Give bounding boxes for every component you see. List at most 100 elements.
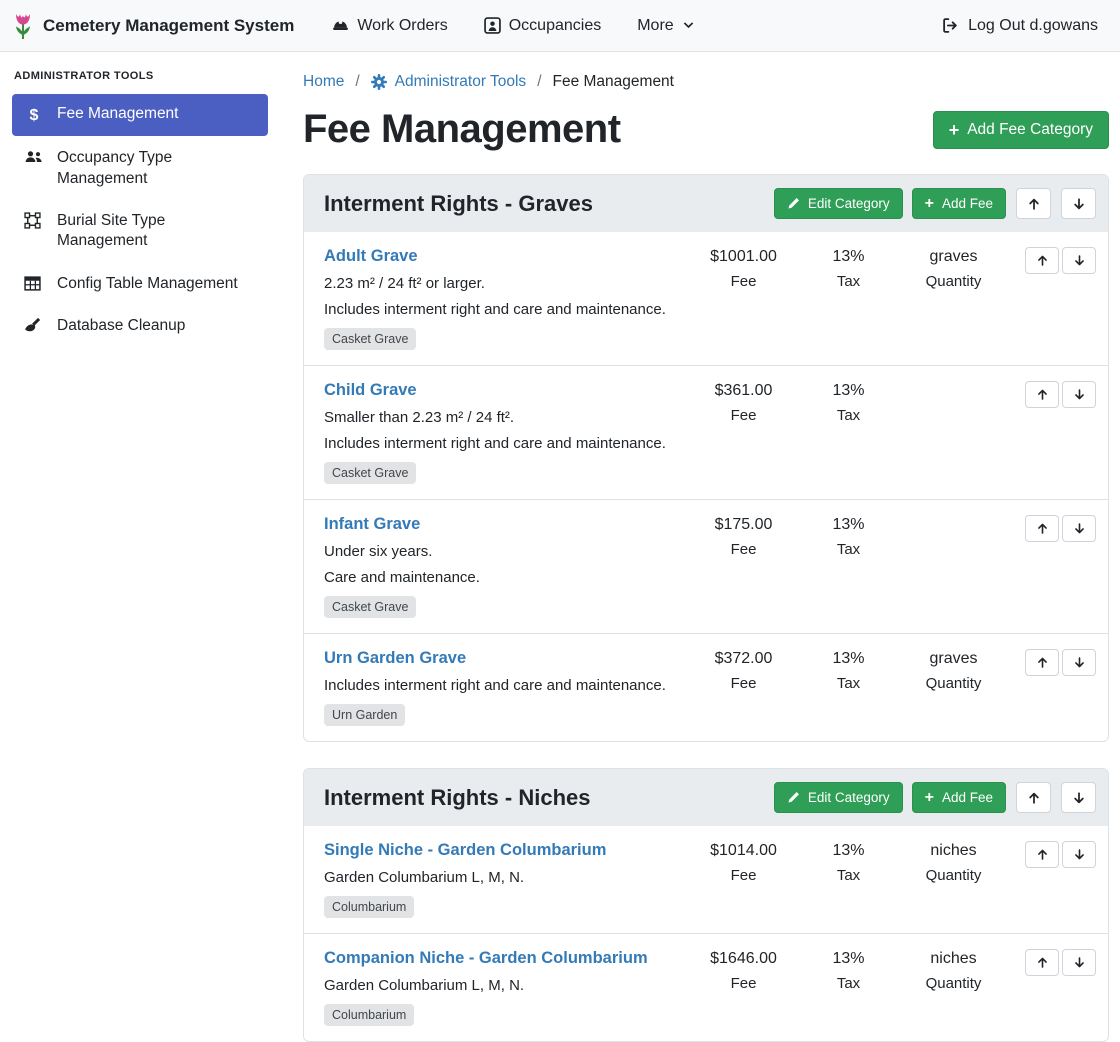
app-brand[interactable]: Cemetery Management System	[12, 11, 294, 41]
fee-quantity: niches	[896, 842, 1011, 860]
move-category-down-button[interactable]	[1061, 782, 1096, 813]
move-fee-down-button[interactable]	[1062, 381, 1096, 408]
fee-type-badge: Columbarium	[324, 1004, 414, 1026]
breadcrumb-current: Fee Management	[553, 73, 675, 91]
arrow-up-icon	[1036, 254, 1049, 267]
fee-description: Care and maintenance.	[324, 569, 676, 586]
fee-main: Infant Grave Under six years. Care and ma…	[324, 515, 686, 618]
fee-name-link[interactable]: Single Niche - Garden Columbarium	[324, 841, 606, 860]
breadcrumb-separator: /	[537, 73, 541, 91]
fee-main: Companion Niche - Garden Columbarium Gar…	[324, 949, 686, 1026]
fee-tax: 13%	[801, 516, 896, 534]
fee-name-link[interactable]: Child Grave	[324, 381, 417, 400]
fee-description: Under six years.	[324, 543, 676, 560]
fee-type-badge: Casket Grave	[324, 462, 416, 484]
fee-name-link[interactable]: Urn Garden Grave	[324, 649, 466, 668]
fee-tax-col: 13% Tax	[801, 949, 896, 992]
move-category-up-button[interactable]	[1016, 188, 1051, 219]
move-category-up-button[interactable]	[1016, 782, 1051, 813]
edit-category-label: Edit Category	[808, 196, 890, 211]
move-fee-up-button[interactable]	[1025, 381, 1059, 408]
fee-quantity-col: graves Quantity	[896, 247, 1011, 290]
sidebar-item-label: Config Table Management	[57, 274, 238, 294]
move-fee-up-button[interactable]	[1025, 841, 1059, 868]
fee-row: Companion Niche - Garden Columbarium Gar…	[304, 933, 1108, 1041]
sidebar-item-database-cleanup[interactable]: Database Cleanup	[12, 306, 268, 346]
move-fee-up-button[interactable]	[1025, 649, 1059, 676]
move-fee-down-button[interactable]	[1062, 515, 1096, 542]
fee-row-actions	[1025, 381, 1096, 408]
fee-amount-label: Fee	[686, 675, 801, 692]
nav-work-orders[interactable]: Work Orders	[332, 17, 447, 35]
fee-category-card: Interment Rights - Niches Edit Category …	[303, 768, 1109, 1042]
fee-category-card: Interment Rights - Graves Edit Category …	[303, 174, 1109, 742]
move-fee-down-button[interactable]	[1062, 247, 1096, 274]
fee-amount-label: Fee	[686, 407, 801, 424]
nav-occupancies[interactable]: Occupancies	[484, 17, 602, 35]
move-fee-down-button[interactable]	[1062, 841, 1096, 868]
move-fee-up-button[interactable]	[1025, 515, 1059, 542]
move-fee-down-button[interactable]	[1062, 649, 1096, 676]
vector-square-icon	[24, 212, 44, 229]
edit-category-button[interactable]: Edit Category	[774, 782, 903, 813]
fee-amount: $1646.00	[686, 950, 801, 968]
fee-name-link[interactable]: Companion Niche - Garden Columbarium	[324, 949, 648, 968]
fee-name-link[interactable]: Infant Grave	[324, 515, 420, 534]
arrow-down-icon	[1073, 522, 1086, 535]
sidebar-item-label: Occupancy Type Management	[57, 148, 256, 189]
fee-type-badge: Columbarium	[324, 896, 414, 918]
app-title: Cemetery Management System	[43, 16, 294, 36]
fee-descriptions: Garden Columbarium L, M, N.	[324, 869, 676, 886]
breadcrumb-admin-tools[interactable]: Administrator Tools	[371, 73, 527, 91]
edit-category-button[interactable]: Edit Category	[774, 188, 903, 219]
add-fee-category-button[interactable]: + Add Fee Category	[933, 111, 1109, 149]
fee-descriptions: Smaller than 2.23 m² / 24 ft².Includes i…	[324, 409, 676, 452]
people-icon	[24, 149, 44, 165]
nav-more[interactable]: More	[637, 17, 694, 35]
add-fee-button[interactable]: + Add Fee	[912, 188, 1006, 219]
fee-amount: $372.00	[686, 650, 801, 668]
nav-links: Work Orders Occupancies More	[332, 17, 694, 35]
sidebar-item-fee-management[interactable]: $ Fee Management	[12, 94, 268, 136]
nav-logout[interactable]: Log Out d.gowans	[942, 17, 1098, 35]
arrow-down-icon	[1073, 956, 1086, 969]
fee-tax-label: Tax	[801, 867, 896, 884]
sidebar-item-config-table-management[interactable]: Config Table Management	[12, 264, 268, 304]
add-fee-category-label: Add Fee Category	[967, 121, 1093, 139]
plus-icon: +	[949, 123, 960, 137]
fee-quantity: graves	[896, 248, 1011, 266]
fee-description: Includes interment right and care and ma…	[324, 435, 676, 452]
fee-name-link[interactable]: Adult Grave	[324, 247, 418, 266]
fee-row-actions	[1025, 515, 1096, 542]
move-fee-up-button[interactable]	[1025, 247, 1059, 274]
fee-tax-col: 13% Tax	[801, 841, 896, 884]
fee-descriptions: Garden Columbarium L, M, N.	[324, 977, 676, 994]
fee-amount-col: $361.00 Fee	[686, 381, 801, 424]
add-fee-label: Add Fee	[942, 790, 993, 805]
arrow-down-icon	[1073, 656, 1086, 669]
fee-amount: $361.00	[686, 382, 801, 400]
arrow-up-icon	[1027, 791, 1041, 805]
fee-rows: Single Niche - Garden Columbarium Garden…	[304, 826, 1108, 1041]
move-fee-down-button[interactable]	[1062, 949, 1096, 976]
sidebar-item-burial-site-type-management[interactable]: Burial Site Type Management	[12, 201, 268, 262]
fee-tax-label: Tax	[801, 975, 896, 992]
move-category-down-button[interactable]	[1061, 188, 1096, 219]
fee-tax-col: 13% Tax	[801, 381, 896, 424]
fee-row-actions	[1025, 949, 1096, 976]
fee-type-badge: Casket Grave	[324, 328, 416, 350]
move-fee-up-button[interactable]	[1025, 949, 1059, 976]
fee-type-badge: Casket Grave	[324, 596, 416, 618]
fee-tax: 13%	[801, 650, 896, 668]
breadcrumb-home[interactable]: Home	[303, 73, 344, 91]
fee-description: 2.23 m² / 24 ft² or larger.	[324, 275, 676, 292]
fee-amount-label: Fee	[686, 867, 801, 884]
fee-amount-col: $1014.00 Fee	[686, 841, 801, 884]
logout-icon	[942, 17, 959, 34]
sidebar-item-occupancy-type-management[interactable]: Occupancy Type Management	[12, 138, 268, 199]
sidebar: ADMINISTRATOR TOOLS $ Fee Management Occ…	[0, 52, 280, 939]
add-fee-button[interactable]: + Add Fee	[912, 782, 1006, 813]
arrow-down-icon	[1072, 791, 1086, 805]
fee-tax: 13%	[801, 248, 896, 266]
edit-category-label: Edit Category	[808, 790, 890, 805]
